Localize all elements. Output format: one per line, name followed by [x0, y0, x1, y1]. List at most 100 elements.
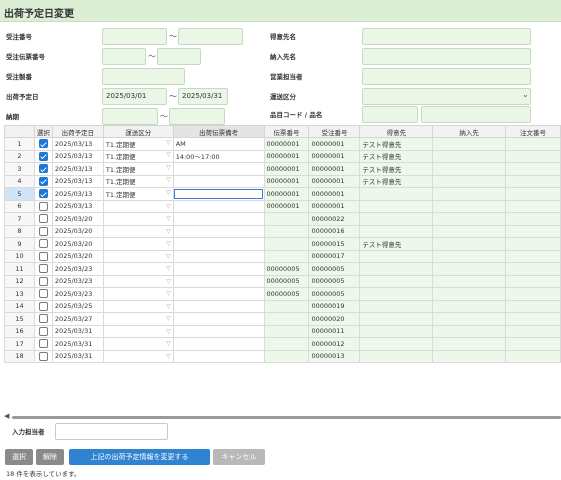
- ship-note-cell[interactable]: [172, 299, 265, 313]
- shipping-type-cell[interactable]: ▽: [102, 262, 174, 276]
- select-cell[interactable]: [33, 287, 53, 301]
- select-cell[interactable]: [33, 274, 53, 288]
- item-name-input[interactable]: [421, 106, 531, 123]
- table-row[interactable]: 1 2025/03/13 T1.定期便 ▽ AM 00000001 00000001 テスト得…: [4, 137, 561, 151]
- table-row[interactable]: 17 2025/03/31 ▽ 00000012: [4, 337, 561, 351]
- select-cell[interactable]: [33, 224, 53, 238]
- row-select-checkbox[interactable]: [38, 239, 48, 249]
- select-cell[interactable]: [33, 262, 53, 276]
- ship-date-cell[interactable]: 2025/03/20: [51, 224, 104, 238]
- shipping-type-cell[interactable]: T1.定期便 ▽: [102, 187, 174, 201]
- shipping-type-cell[interactable]: ▽: [102, 287, 174, 301]
- scrollbar-thumb[interactable]: [12, 416, 561, 419]
- dropdown-arrow-icon[interactable]: ▽: [166, 253, 171, 260]
- ship-note-cell[interactable]: [172, 199, 265, 213]
- table-row[interactable]: 13 2025/03/23 ▽ 00000005 00000005: [4, 287, 561, 301]
- customer-name-input[interactable]: [362, 28, 531, 45]
- shipping-type-cell[interactable]: T1.定期便 ▽: [102, 137, 174, 151]
- ship-note-cell[interactable]: AM: [172, 137, 265, 151]
- ship-date-cell[interactable]: 2025/03/13: [51, 137, 104, 151]
- dropdown-arrow-icon[interactable]: ▽: [166, 265, 171, 272]
- shipping-type-cell[interactable]: ▽: [102, 299, 174, 313]
- row-select-checkbox[interactable]: [38, 339, 48, 349]
- col-header-slip-no[interactable]: 伝票番号: [263, 125, 310, 138]
- select-all-button[interactable]: 選択: [5, 449, 33, 465]
- dropdown-arrow-icon[interactable]: ▽: [166, 328, 171, 335]
- shipping-type-cell[interactable]: ▽: [102, 249, 174, 263]
- dropdown-arrow-icon[interactable]: ▽: [166, 215, 171, 222]
- cancel-button[interactable]: キャンセル: [213, 449, 265, 465]
- shipping-type-cell[interactable]: ▽: [102, 224, 174, 238]
- dropdown-arrow-icon[interactable]: ▽: [166, 176, 171, 183]
- input-staff-field[interactable]: [55, 423, 168, 440]
- col-header-order-no[interactable]: 受注番号: [308, 125, 361, 138]
- ship-date-cell[interactable]: 2025/03/20: [51, 237, 104, 251]
- ship-note-cell[interactable]: [172, 249, 265, 263]
- col-header-customer[interactable]: 得意先: [359, 125, 434, 138]
- dropdown-arrow-icon[interactable]: ▽: [166, 290, 171, 297]
- shipping-type-cell[interactable]: T1.定期便 ▽: [102, 162, 174, 176]
- ship-note-cell[interactable]: [172, 349, 265, 363]
- row-select-checkbox[interactable]: [38, 314, 48, 324]
- ship-note-cell[interactable]: [172, 337, 265, 351]
- select-cell[interactable]: [33, 324, 53, 338]
- table-row[interactable]: 7 2025/03/20 ▽ 00000022: [4, 212, 561, 226]
- ship-note-cell[interactable]: [172, 262, 265, 276]
- table-row[interactable]: 15 2025/03/27 ▽ 00000020: [4, 312, 561, 326]
- dropdown-arrow-icon[interactable]: ▽: [166, 240, 171, 247]
- ship-date-cell[interactable]: 2025/03/31: [51, 324, 104, 338]
- shipping-type-cell[interactable]: ▽: [102, 324, 174, 338]
- row-select-checkbox[interactable]: [38, 189, 48, 199]
- dropdown-arrow-icon[interactable]: ▽: [166, 353, 171, 360]
- ship-date-cell[interactable]: 2025/03/25: [51, 299, 104, 313]
- item-code-input[interactable]: [362, 106, 418, 123]
- row-select-checkbox[interactable]: [38, 214, 48, 224]
- ship-note-cell[interactable]: [172, 162, 265, 176]
- change-ship-info-button[interactable]: 上記の出荷予定情報を変更する: [69, 449, 210, 465]
- ship-date-cell[interactable]: 2025/03/13: [51, 162, 104, 176]
- ship-date-cell[interactable]: 2025/03/31: [51, 337, 104, 351]
- dropdown-arrow-icon[interactable]: ▽: [166, 164, 171, 171]
- order-slip-no-to-input[interactable]: [157, 48, 201, 65]
- order-no-from-input[interactable]: [102, 28, 167, 45]
- order-no-to-input[interactable]: [178, 28, 243, 45]
- table-row[interactable]: 10 2025/03/20 ▽ 00000017: [4, 249, 561, 263]
- ship-date-to-input[interactable]: 2025/03/31: [178, 88, 228, 105]
- shipping-type-cell[interactable]: ▽: [102, 237, 174, 251]
- table-row[interactable]: 11 2025/03/23 ▽ 00000005 00000005: [4, 262, 561, 276]
- dropdown-arrow-icon[interactable]: ▽: [166, 278, 171, 285]
- ship-date-cell[interactable]: 2025/03/23: [51, 287, 104, 301]
- select-cell[interactable]: [33, 337, 53, 351]
- ship-note-cell[interactable]: [172, 187, 265, 201]
- select-cell[interactable]: [33, 149, 53, 163]
- ship-note-cell[interactable]: [172, 212, 265, 226]
- select-cell[interactable]: [33, 137, 53, 151]
- ship-date-cell[interactable]: 2025/03/23: [51, 262, 104, 276]
- row-select-checkbox[interactable]: [38, 251, 48, 261]
- row-select-checkbox[interactable]: [38, 176, 48, 186]
- dropdown-arrow-icon[interactable]: ▽: [166, 151, 171, 158]
- ship-note-cell[interactable]: [172, 224, 265, 238]
- row-select-checkbox[interactable]: [38, 201, 48, 211]
- ship-date-cell[interactable]: 2025/03/27: [51, 312, 104, 326]
- dropdown-arrow-icon[interactable]: ▽: [166, 139, 171, 146]
- table-row[interactable]: 18 2025/03/31 ▽ 00000013: [4, 349, 561, 363]
- dropdown-arrow-icon[interactable]: ▽: [166, 303, 171, 310]
- col-header-delivery-dest[interactable]: 納入先: [432, 125, 507, 138]
- col-header-ship-note[interactable]: 出荷伝票備考: [172, 125, 265, 138]
- scroll-left-icon[interactable]: ◀: [4, 412, 9, 420]
- select-cell[interactable]: [33, 212, 53, 226]
- row-select-checkbox[interactable]: [38, 289, 48, 299]
- select-cell[interactable]: [33, 174, 53, 188]
- dropdown-arrow-icon[interactable]: ▽: [166, 315, 171, 322]
- row-select-checkbox[interactable]: [38, 276, 48, 286]
- row-select-checkbox[interactable]: [38, 301, 48, 311]
- ship-note-cell[interactable]: [172, 174, 265, 188]
- table-row[interactable]: 8 2025/03/20 ▽ 00000016: [4, 224, 561, 238]
- row-select-checkbox[interactable]: [38, 351, 48, 361]
- table-row[interactable]: 4 2025/03/13 T1.定期便 ▽ 00000001 00000001 テスト得意先: [4, 174, 561, 188]
- ship-date-cell[interactable]: 2025/03/13: [51, 199, 104, 213]
- ship-date-cell[interactable]: 2025/03/13: [51, 149, 104, 163]
- sales-staff-input[interactable]: [362, 68, 531, 85]
- dropdown-arrow-icon[interactable]: ▽: [166, 189, 171, 196]
